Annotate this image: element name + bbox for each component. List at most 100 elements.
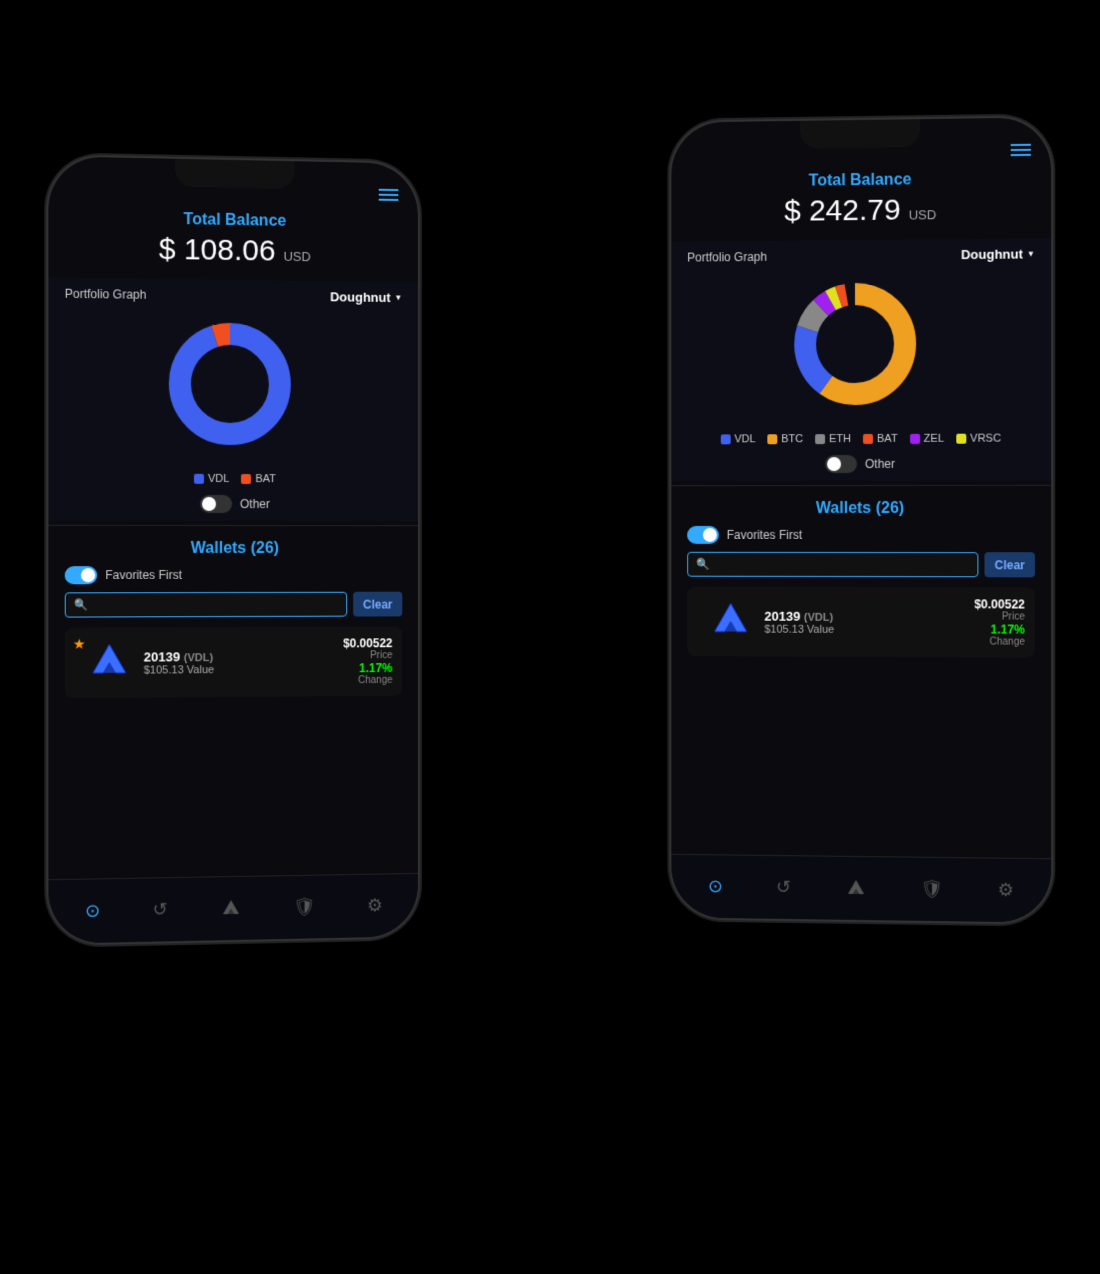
wallet-info-right: 20139 (VDL) $105.13 Value [764, 608, 964, 636]
balance-currency-right: USD [909, 207, 937, 222]
other-label-left: Other [240, 497, 270, 511]
header-left: Total Balance $ 108.06 USD [48, 201, 418, 283]
wallets-section-left: Wallets (26) Favorites First 🔍 Clear ★ [48, 530, 418, 709]
other-toggle-left[interactable] [200, 495, 232, 513]
nav-refresh-left[interactable]: ↺ [152, 899, 167, 920]
wallet-card-right[interactable]: 20139 (VDL) $105.13 Value $0.00522 Price… [687, 587, 1035, 658]
wallet-symbol-right: (VDL) [804, 611, 833, 623]
divider-left [48, 525, 418, 526]
nav-shield-left[interactable]: 🛡 [293, 897, 316, 918]
portfolio-header-right: Portfolio Graph Doughnut [687, 246, 1035, 264]
shield-icon-right: 🛡 [920, 879, 943, 900]
chart-container-right [687, 269, 1035, 427]
wallet-price-col-left: $0.00522 Price 1.17% Change [343, 636, 392, 686]
nav-settings-left[interactable]: ⚙ [367, 895, 383, 916]
notch-right [800, 119, 920, 149]
wallet-price-left: $0.00522 [343, 636, 392, 650]
hamburger-menu-right[interactable] [1011, 144, 1031, 156]
legend-item-btc-right: BTC [767, 433, 803, 445]
wallet-price-label-right: Price [974, 611, 1025, 622]
wallet-logo-right [707, 598, 755, 646]
bottom-nav-left: ⊙ ↺ 🛡 ⚙ [48, 873, 418, 944]
doughnut-chart-right [790, 278, 930, 419]
search-icon-right: 🔍 [696, 558, 710, 571]
clear-button-right[interactable]: Clear [984, 552, 1035, 577]
clear-button-left[interactable]: Clear [353, 592, 402, 617]
legend-dot-vrsc-right [956, 434, 966, 444]
favorites-row-left: Favorites First [65, 566, 403, 584]
legend-right: VDL BTC ETH BAT ZEL [687, 426, 1035, 451]
legend-dot-vdl-left [194, 474, 204, 484]
wallet-logo-left [85, 638, 134, 687]
other-toggle-right[interactable] [825, 455, 857, 473]
favorites-row-right: Favorites First [687, 526, 1035, 544]
phone-left: Total Balance $ 108.06 USD Portfolio Gra… [48, 156, 418, 944]
wallet-symbol-left: (VDL) [184, 652, 213, 664]
wallet-amount-left: 20139 (VDL) [144, 648, 334, 664]
vdl-nav-icon-right [845, 877, 867, 899]
search-icon-left: 🔍 [74, 598, 88, 611]
nav-vdl-right[interactable] [845, 877, 867, 899]
balance-amount-left: $ 108.06 [159, 233, 276, 269]
search-row-right: 🔍 Clear [687, 552, 1035, 578]
divider-right [671, 485, 1051, 486]
nav-refresh-right[interactable]: ↺ [776, 877, 791, 898]
shield-icon-left: 🛡 [293, 897, 316, 918]
star-icon-left: ★ [73, 636, 86, 653]
legend-item-vdl-left: VDL [194, 473, 229, 485]
portfolio-label-left: Portfolio Graph [65, 286, 147, 301]
other-row-left: Other [65, 495, 403, 514]
search-input-right[interactable]: 🔍 [687, 552, 978, 577]
nav-dashboard-right[interactable]: ⊙ [708, 876, 723, 897]
wallet-card-left[interactable]: ★ 20139 (VDL) $105.13 Value [65, 626, 403, 698]
portfolio-section-right: Portfolio Graph Doughnut [671, 238, 1051, 481]
balance-row-left: $ 108.06 USD [69, 231, 399, 270]
nav-vdl-left[interactable] [220, 897, 242, 919]
chart-type-dropdown-right[interactable]: Doughnut [961, 246, 1035, 262]
other-label-right: Other [865, 457, 895, 471]
wallet-price-right: $0.00522 [974, 597, 1025, 611]
favorites-label-left: Favorites First [105, 568, 182, 582]
balance-label-left: Total Balance [69, 209, 399, 233]
search-input-left[interactable]: 🔍 [65, 592, 347, 618]
chart-type-dropdown-left[interactable]: Doughnut [330, 289, 402, 305]
phone-right-screen: Total Balance $ 242.79 USD Portfolio Gra… [671, 117, 1051, 922]
wallets-title-right: Wallets (26) [687, 500, 1035, 518]
legend-item-eth-right: ETH [815, 433, 851, 445]
nav-shield-right[interactable]: 🛡 [920, 879, 943, 900]
refresh-icon-left: ↺ [152, 899, 167, 920]
legend-dot-btc-right [767, 434, 777, 444]
wallet-amount-right: 20139 (VDL) [764, 608, 964, 624]
wallet-change-label-left: Change [343, 675, 392, 686]
phone-left-screen: Total Balance $ 108.06 USD Portfolio Gra… [48, 156, 418, 944]
balance-currency-left: USD [283, 249, 310, 264]
nav-settings-right[interactable]: ⚙ [997, 880, 1013, 901]
vdl-nav-icon-left [220, 897, 242, 919]
nav-dashboard-left[interactable]: ⊙ [85, 900, 100, 921]
dashboard-icon-right: ⊙ [708, 876, 723, 897]
balance-label-right: Total Balance [691, 170, 1031, 192]
portfolio-section-left: Portfolio Graph Doughnut VDL [48, 277, 418, 521]
wallet-value-left: $105.13 Value [144, 663, 334, 676]
wallet-price-label-left: Price [343, 650, 392, 661]
legend-dot-bat-right [863, 434, 873, 444]
favorites-toggle-left[interactable] [65, 566, 97, 584]
wallet-price-col-right: $0.00522 Price 1.17% Change [974, 597, 1025, 647]
wallet-change-right: 1.17% [974, 622, 1025, 636]
wallets-section-right: Wallets (26) Favorites First 🔍 Clear [671, 490, 1051, 668]
refresh-icon-right: ↺ [776, 877, 791, 898]
header-right: Total Balance $ 242.79 USD [671, 162, 1051, 242]
legend-left: VDL BAT [65, 466, 403, 491]
legend-dot-vdl-right [720, 434, 730, 444]
legend-dot-bat-left [241, 474, 251, 484]
legend-item-zel-right: ZEL [910, 433, 944, 445]
wallet-value-right: $105.13 Value [764, 623, 964, 636]
legend-dot-eth-right [815, 434, 825, 444]
hamburger-menu-left[interactable] [379, 189, 399, 201]
chart-container-left [65, 309, 403, 468]
favorites-toggle-right[interactable] [687, 526, 719, 544]
settings-icon-left: ⚙ [367, 895, 383, 916]
phone-right: Total Balance $ 242.79 USD Portfolio Gra… [671, 117, 1051, 922]
wallet-info-left: 20139 (VDL) $105.13 Value [144, 648, 334, 676]
wallet-change-left: 1.17% [343, 661, 392, 675]
